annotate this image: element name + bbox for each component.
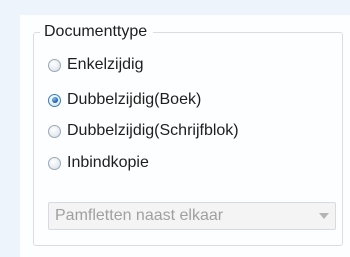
document-type-group-title: Documenttype <box>40 22 154 42</box>
layout-dropdown-value: Pamfletten naast elkaar <box>55 207 224 224</box>
radio-dubbelzijdig-boek[interactable]: Dubbelzijdig(Boek) <box>48 89 201 111</box>
chevron-down-icon[interactable] <box>313 203 335 229</box>
radio-button-selected-icon[interactable] <box>48 93 61 107</box>
radio-button-icon[interactable] <box>48 58 61 72</box>
radio-label-dubbelzijdig-boek: Dubbelzijdig(Boek) <box>67 91 202 108</box>
radio-inbindkopie[interactable]: Inbindkopie <box>48 152 149 174</box>
radio-label-inbindkopie: Inbindkopie <box>67 154 149 171</box>
radio-label-dubbelzijdig-schrijfblok: Dubbelzijdig(Schrijfblok) <box>67 122 239 139</box>
radio-enkelzijdig[interactable]: Enkelzijdig <box>48 54 143 76</box>
radio-button-icon[interactable] <box>48 156 61 170</box>
radio-dubbelzijdig-schrijfblok[interactable]: Dubbelzijdig(Schrijfblok) <box>48 120 239 142</box>
radio-button-icon[interactable] <box>48 124 61 138</box>
radio-label-enkelzijdig: Enkelzijdig <box>67 56 144 73</box>
layout-dropdown[interactable]: Pamfletten naast elkaar <box>48 202 336 230</box>
